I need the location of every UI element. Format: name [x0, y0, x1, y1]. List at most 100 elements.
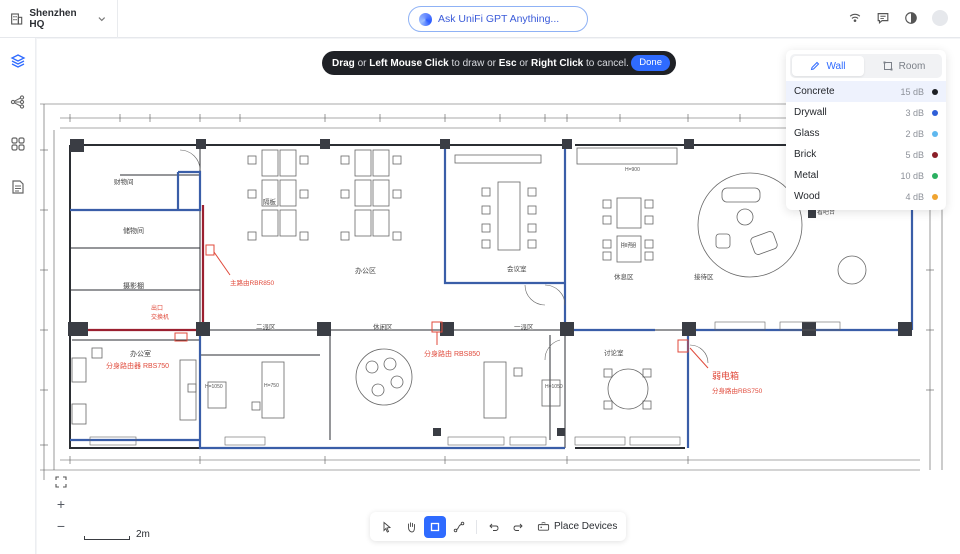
hint-sep3: or: [516, 57, 531, 69]
scale-line: [84, 536, 130, 540]
pan-tool[interactable]: [400, 516, 422, 538]
draw-hint-banner: Drag or Left Mouse Click to draw or Esc …: [322, 51, 676, 75]
theme-icon[interactable]: [904, 11, 918, 25]
path-tool[interactable]: [448, 516, 470, 538]
hand-icon: [408, 521, 415, 532]
label-office-area: 办公区: [355, 268, 376, 275]
material-list: Concrete 15 dB Drywall 3 dB Glass 2 dB B…: [786, 81, 946, 207]
wall-material-panel: Wall Room Concrete 15 dB Drywall 3 dB Gl…: [786, 50, 946, 210]
label-weak-box: 弱电箱: [712, 371, 740, 381]
material-swatch: [932, 193, 938, 200]
assistant-search[interactable]: Ask UniFi GPT Anything...: [408, 6, 588, 32]
rail-item-layers[interactable]: [10, 53, 26, 69]
zoom-in-button[interactable]: +: [50, 493, 72, 515]
material-concrete[interactable]: Concrete 15 dB: [786, 81, 946, 102]
signal-icon[interactable]: [848, 11, 862, 25]
tab-wall-label: Wall: [826, 60, 846, 72]
label-rest2: 休闲区: [373, 324, 393, 331]
redo-button[interactable]: [507, 516, 529, 538]
material-name: Drywall: [794, 107, 827, 118]
material-name: Concrete: [794, 86, 835, 97]
material-db: 10 dB: [900, 170, 924, 181]
site-selector[interactable]: Shenzhen HQ: [10, 0, 118, 38]
material-metal[interactable]: Metal 10 dB: [786, 165, 946, 186]
label-reception: 接待区: [694, 274, 714, 281]
material-db: 15 dB: [900, 86, 924, 97]
office-desks: [247, 149, 402, 241]
hint-right-click: Right Click: [531, 57, 584, 69]
chat-icon[interactable]: [876, 11, 890, 25]
topology-icon: [10, 95, 25, 109]
fit-view-button[interactable]: [50, 471, 72, 493]
layers-icon: [10, 54, 26, 68]
label-meeting-room: 会议室: [507, 266, 527, 273]
material-wood[interactable]: Wood 4 dB: [786, 186, 946, 207]
tab-wall[interactable]: Wall: [792, 56, 864, 76]
tab-room[interactable]: Room: [868, 56, 940, 76]
hint-sep1: or: [354, 57, 370, 69]
label-discuss: 讨论室: [604, 350, 624, 357]
material-swatch: [932, 151, 938, 158]
assistant-placeholder: Ask UniFi GPT Anything...: [438, 13, 560, 25]
select-tool[interactable]: [376, 516, 398, 538]
wall-draw-tool[interactable]: [424, 515, 446, 538]
redo-icon: [513, 523, 523, 531]
material-db: 4 dB: [905, 191, 924, 202]
interior-lines: [70, 145, 905, 448]
material-glass[interactable]: Glass 2 dB: [786, 123, 946, 144]
label-h750c: H=750: [264, 383, 279, 389]
material-db: 3 dB: [905, 107, 924, 118]
rail-item-reports[interactable]: [10, 179, 26, 195]
hint-sep2: to draw or: [448, 57, 499, 69]
cursor-icon: [383, 521, 392, 533]
meeting-table: [454, 154, 542, 251]
hint-esc: Esc: [498, 57, 517, 69]
label-zone2: 二派区: [256, 324, 276, 331]
report-icon: [12, 180, 24, 194]
label-h750b: H=750: [621, 242, 636, 248]
rail-item-devices[interactable]: [10, 136, 26, 152]
left-rail: [0, 38, 36, 554]
top-icon-group: [848, 10, 948, 26]
zoom-out-button[interactable]: −: [50, 515, 72, 537]
pencil-icon: [811, 61, 820, 71]
label-rest-area: 休息区: [614, 274, 634, 281]
label-h1050b: H=1050: [545, 384, 563, 390]
hint-drag: Drag: [332, 57, 355, 69]
material-drywall[interactable]: Drywall 3 dB: [786, 102, 946, 123]
chevron-down-icon: [98, 17, 106, 22]
label-switch: 交换机: [151, 315, 170, 321]
scale-label: 2m: [136, 529, 150, 540]
label-h900: H=900: [625, 167, 640, 173]
undo-icon: [489, 523, 499, 531]
toolbar-divider: [476, 519, 477, 534]
place-devices-button[interactable]: Place Devices: [537, 520, 617, 533]
hint-sep4: to cancel.: [583, 57, 629, 69]
label-sub-router-a: 分身路由器 RBS750: [106, 363, 170, 370]
material-db: 5 dB: [905, 149, 924, 160]
avatar[interactable]: [932, 10, 948, 26]
label-store-room: 储物间: [123, 228, 144, 235]
done-button[interactable]: Done: [631, 55, 670, 71]
devices-grid-icon: [11, 137, 25, 151]
material-name: Metal: [794, 170, 819, 181]
path-icon: [453, 521, 465, 532]
material-name: Wood: [794, 191, 820, 202]
rail-item-topology[interactable]: [10, 94, 26, 110]
label-photo-room: 摄影棚: [123, 283, 144, 290]
undo-button[interactable]: [483, 516, 505, 538]
material-brick[interactable]: Brick 5 dB: [786, 144, 946, 165]
material-swatch: [932, 130, 938, 137]
top-bar: Shenzhen HQ Ask UniFi GPT Anything...: [0, 0, 960, 38]
label-storage: 财物间: [114, 179, 134, 186]
scale-bar: 2m: [84, 528, 158, 542]
mode-toggle: Wall Room: [790, 54, 942, 78]
label-office-room: 办公室: [130, 351, 151, 358]
building-icon: [11, 13, 23, 25]
room-icon: [883, 61, 893, 71]
lower-furniture: [71, 347, 652, 425]
material-name: Brick: [794, 149, 817, 160]
material-swatch: [932, 109, 938, 116]
drawn-walls-red: [72, 205, 205, 332]
tab-room-label: Room: [898, 60, 926, 72]
